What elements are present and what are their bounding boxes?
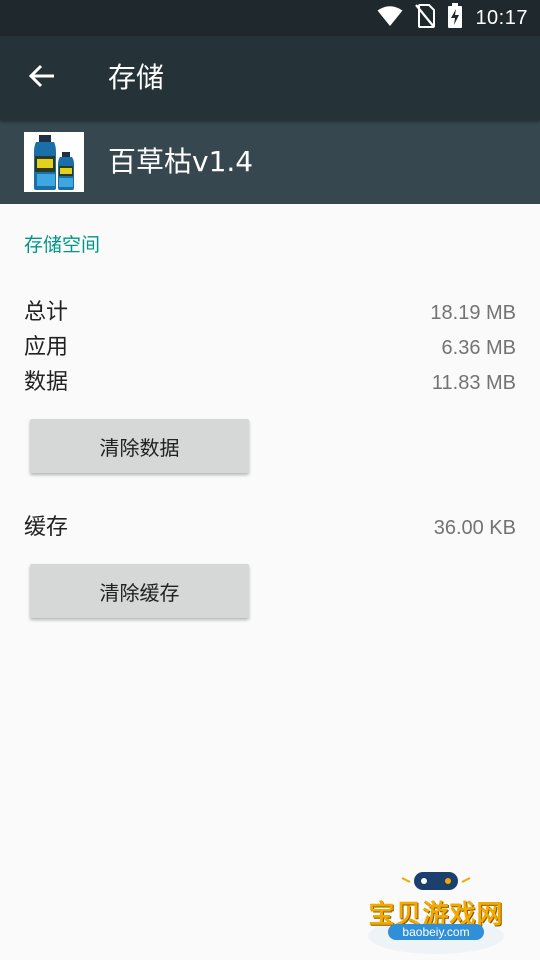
clear-data-button[interactable]: 清除数据 (30, 419, 249, 473)
row-label: 应用 (24, 335, 69, 360)
row-value: 11.83 MB (431, 372, 516, 394)
arrow-back-icon (28, 62, 56, 94)
storage-row-app: 应用 6.36 MB (24, 331, 516, 365)
clear-cache-button[interactable]: 清除缓存 (30, 564, 249, 618)
row-label: 数据 (24, 370, 69, 395)
battery-charging-icon (447, 3, 463, 33)
app-header: 百草枯v1.4 (0, 120, 540, 204)
watermark-url: baobeiy.com (388, 924, 484, 940)
storage-row-data: 数据 11.83 MB (24, 366, 516, 400)
app-name: 百草枯v1.4 (108, 145, 254, 178)
back-button[interactable] (18, 56, 66, 100)
no-sim-icon (415, 4, 436, 32)
status-icons: 10:17 (377, 0, 528, 36)
cache-row: 缓存 36.00 KB (24, 511, 516, 545)
page-title: 存储 (108, 61, 165, 94)
row-value: 6.36 MB (441, 337, 516, 359)
cache-label: 缓存 (24, 515, 69, 540)
row-label: 总计 (24, 300, 69, 325)
row-value: 18.19 MB (430, 302, 516, 324)
cache-value: 36.00 KB (433, 517, 516, 539)
app-bottle-icon (24, 132, 84, 192)
watermark-logo: 宝贝游戏网 baobeiy.com (362, 868, 510, 956)
status-time: 10:17 (475, 6, 528, 29)
status-bar: 10:17 (0, 0, 540, 36)
section-title-storage: 存储空间 (24, 234, 101, 256)
toolbar: 存储 (0, 36, 540, 120)
wifi-icon (377, 5, 403, 31)
storage-row-total: 总计 18.19 MB (24, 296, 516, 330)
